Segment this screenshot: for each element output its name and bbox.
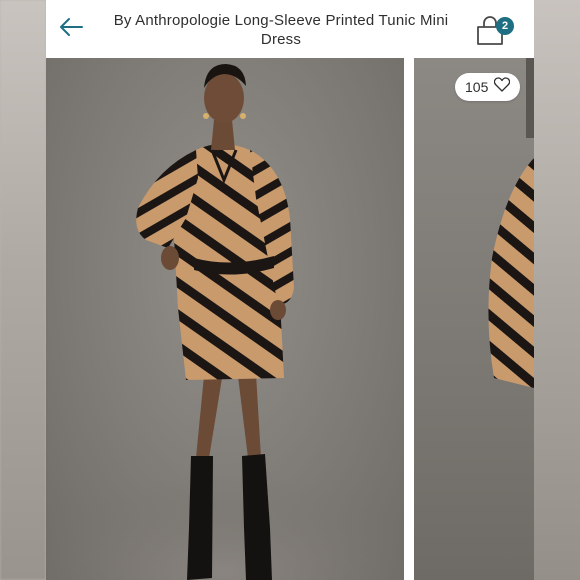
bag-count-badge: 2 <box>496 17 514 35</box>
photo-carousel[interactable]: 105 <box>46 58 534 580</box>
product-photo-next[interactable] <box>414 58 534 580</box>
like-button[interactable]: 105 <box>455 73 520 101</box>
shopping-bag-button[interactable]: 2 <box>474 12 514 48</box>
top-bar: By Anthropologie Long-Sleeve Printed Tun… <box>46 0 534 58</box>
back-button[interactable] <box>56 14 86 44</box>
arrow-left-icon <box>58 17 84 42</box>
like-count: 105 <box>465 79 489 95</box>
heart-icon <box>494 77 511 97</box>
page-title: By Anthropologie Long-Sleeve Printed Tun… <box>113 12 449 48</box>
app-screen: By Anthropologie Long-Sleeve Printed Tun… <box>46 0 534 580</box>
blurred-backdrop-left <box>0 0 46 580</box>
product-photo-main[interactable] <box>46 58 404 580</box>
blurred-backdrop-right <box>534 0 580 580</box>
